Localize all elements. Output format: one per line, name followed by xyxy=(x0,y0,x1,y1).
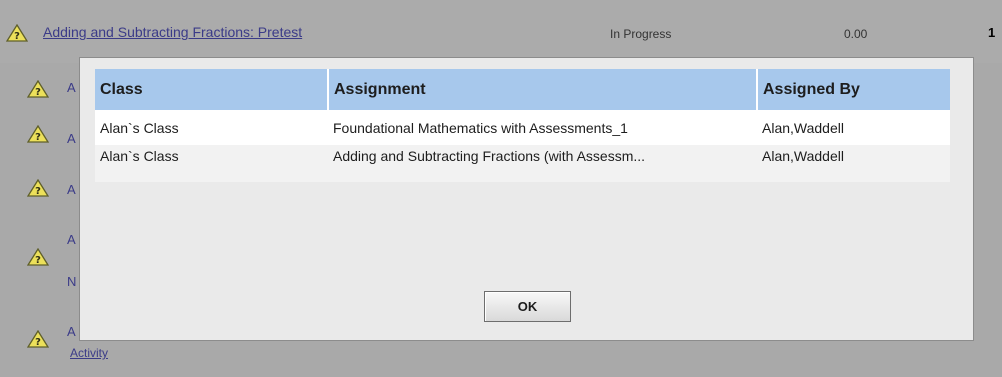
column-header-class[interactable]: Class xyxy=(95,69,329,110)
assignment-status: In Progress xyxy=(610,27,672,41)
svg-text:?: ? xyxy=(35,87,41,98)
assigned-by-cell: Alan,Waddell xyxy=(757,145,950,182)
assignment-cell: Foundational Mathematics with Assessment… xyxy=(328,110,757,145)
svg-text:?: ? xyxy=(14,31,20,42)
warning-question-icon: ? xyxy=(27,125,49,143)
assignment-link-partial[interactable]: A xyxy=(67,232,76,247)
svg-text:?: ? xyxy=(35,255,41,266)
activity-link[interactable]: Activity xyxy=(70,346,108,360)
class-cell: Alan`s Class xyxy=(95,145,328,182)
assignment-link-partial[interactable]: N xyxy=(67,274,76,289)
column-header-assigned-by[interactable]: Assigned By xyxy=(757,69,950,110)
warning-question-icon: ? xyxy=(27,330,49,348)
assignment-link-partial[interactable]: A xyxy=(67,80,76,95)
class-cell: Alan`s Class xyxy=(95,110,328,145)
assigned-by-dialog: Class Assignment Assigned By Alan`s Clas… xyxy=(79,57,974,341)
warning-question-icon: ? xyxy=(6,24,28,42)
table-row[interactable]: Alan`s Class Adding and Subtracting Frac… xyxy=(95,145,950,182)
warning-question-icon: ? xyxy=(27,179,49,197)
assigned-by-cell: Alan,Waddell xyxy=(757,110,950,145)
svg-text:?: ? xyxy=(35,337,41,348)
assignment-score: 0.00 xyxy=(844,27,868,41)
assignment-link-pretest[interactable]: Adding and Subtracting Fractions: Pretes… xyxy=(43,24,302,40)
assignment-link-partial[interactable]: A xyxy=(67,131,76,146)
assignment-link-partial[interactable]: A xyxy=(67,182,76,197)
warning-question-icon: ? xyxy=(27,80,49,98)
svg-text:?: ? xyxy=(35,132,41,143)
assignment-link-partial[interactable]: A xyxy=(67,324,76,339)
ok-button[interactable]: OK xyxy=(484,291,571,322)
svg-text:?: ? xyxy=(35,186,41,197)
assignment-cell: Adding and Subtracting Fractions (with A… xyxy=(328,145,757,182)
assignments-table: Class Assignment Assigned By Alan`s Clas… xyxy=(95,69,950,182)
warning-question-icon: ? xyxy=(27,248,49,266)
column-header-assignment[interactable]: Assignment xyxy=(328,69,758,110)
table-header-row: Class Assignment Assigned By xyxy=(95,69,950,110)
table-row[interactable]: Alan`s Class Foundational Mathematics wi… xyxy=(95,110,950,145)
assignment-attempt-count: 1 xyxy=(988,25,996,40)
